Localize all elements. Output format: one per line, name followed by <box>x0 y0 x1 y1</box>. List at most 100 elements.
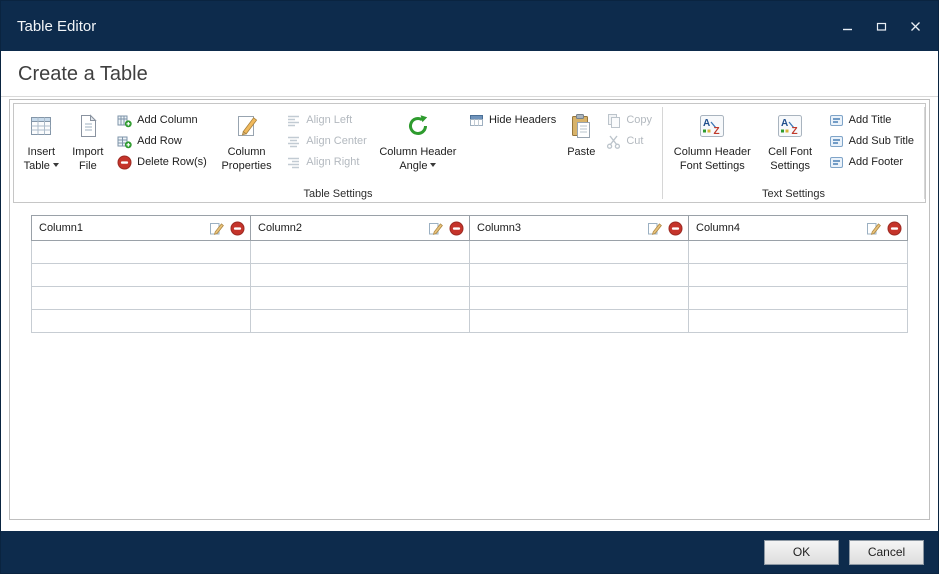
column-name: Column2 <box>258 222 428 234</box>
editor-panel: Insert Table Import File Add Column <box>9 99 930 520</box>
maximize-icon[interactable] <box>874 19 888 33</box>
grid-cell-selected[interactable] <box>32 241 251 264</box>
svg-text:A: A <box>703 118 710 129</box>
column-header-4[interactable]: Column4 <box>689 216 908 241</box>
column-header-angle-icon <box>405 110 431 142</box>
svg-text:Z: Z <box>714 126 720 137</box>
page-title: Create a Table <box>1 51 938 97</box>
column-header-3[interactable]: Column3 <box>470 216 689 241</box>
grid-cell[interactable] <box>251 241 470 264</box>
delete-rows-label: Delete Row(s) <box>137 156 207 168</box>
grid-cell[interactable] <box>689 287 908 310</box>
text-block-actions: Add Title Add Sub Title Add Footer <box>829 110 914 170</box>
add-title-button[interactable]: Add Title <box>829 112 914 128</box>
import-file-button[interactable]: Import File <box>70 108 107 174</box>
delete-rows-icon <box>117 155 132 170</box>
column-header-1[interactable]: Column1 <box>32 216 251 241</box>
edit-column-icon[interactable] <box>209 221 224 236</box>
cut-button: Cut <box>606 133 652 149</box>
grid-cell[interactable] <box>689 264 908 287</box>
grid-cell[interactable] <box>251 287 470 310</box>
paste-label: Paste <box>567 145 595 159</box>
alignment-actions: Align Left Align Center Align Right <box>286 110 367 170</box>
copy-button: Copy <box>606 112 652 128</box>
grid-cell[interactable] <box>251 310 470 333</box>
cancel-button[interactable]: Cancel <box>849 540 924 565</box>
hide-headers-icon <box>469 113 484 128</box>
paste-icon <box>569 110 593 142</box>
grid-cell[interactable] <box>470 264 689 287</box>
hide-headers-button[interactable]: Hide Headers <box>469 112 556 128</box>
footer-bar: OK Cancel <box>1 531 938 573</box>
add-footer-label: Add Footer <box>849 156 903 168</box>
grid-cell[interactable] <box>32 264 251 287</box>
grid-cell[interactable] <box>470 287 689 310</box>
add-sub-title-button[interactable]: Add Sub Title <box>829 133 914 149</box>
paste-button[interactable]: Paste <box>567 108 595 159</box>
ribbon-divider <box>924 107 925 199</box>
align-left-icon <box>286 113 301 128</box>
insert-table-button[interactable]: Insert Table <box>23 108 60 174</box>
grid-row <box>32 310 908 333</box>
add-column-icon <box>117 113 132 128</box>
edit-column-icon[interactable] <box>428 221 443 236</box>
titlebar: Table Editor <box>1 1 938 51</box>
align-right-icon <box>286 155 301 170</box>
grid-cell[interactable] <box>689 241 908 264</box>
add-footer-button[interactable]: Add Footer <box>829 154 914 170</box>
column-header-font-settings-button[interactable]: AZ Column Header Font Settings <box>672 108 753 174</box>
dialog-content: Create a Table Insert Table <box>1 51 938 531</box>
align-right-button: Align Right <box>286 154 367 170</box>
import-file-label: Import File <box>70 145 107 174</box>
delete-column-icon[interactable] <box>230 221 245 236</box>
copy-icon <box>606 113 621 128</box>
cut-label: Cut <box>626 135 643 147</box>
import-file-icon <box>77 110 99 142</box>
close-icon[interactable] <box>908 19 922 33</box>
group-label-table-settings: Table Settings <box>14 188 662 200</box>
insert-table-label: Insert Table <box>24 146 55 172</box>
window-controls <box>840 19 922 33</box>
add-row-label: Add Row <box>137 135 182 147</box>
table-editor-window: Table Editor Create a Table <box>0 0 939 574</box>
clipboard-actions: Copy Cut <box>606 110 652 149</box>
column-header-angle-button[interactable]: Column Header Angle <box>378 108 458 174</box>
add-column-button[interactable]: Add Column <box>117 112 207 128</box>
add-column-label: Add Column <box>137 114 198 126</box>
delete-column-icon[interactable] <box>887 221 902 236</box>
column-name: Column3 <box>477 222 647 234</box>
insert-table-icon <box>28 110 54 142</box>
minimize-icon[interactable] <box>840 19 854 33</box>
column-name: Column1 <box>39 222 209 234</box>
column-properties-icon <box>234 110 260 142</box>
delete-column-icon[interactable] <box>449 221 464 236</box>
grid-cell[interactable] <box>470 310 689 333</box>
delete-column-icon[interactable] <box>668 221 683 236</box>
window-title: Table Editor <box>17 18 96 35</box>
align-center-button: Align Center <box>286 133 367 149</box>
edit-column-icon[interactable] <box>647 221 662 236</box>
delete-rows-button[interactable]: Delete Row(s) <box>117 154 207 170</box>
column-header-angle-label: Column Header Angle <box>379 146 456 172</box>
add-title-label: Add Title <box>849 114 892 126</box>
add-row-button[interactable]: Add Row <box>117 133 207 149</box>
group-label-text-settings: Text Settings <box>663 188 924 200</box>
column-name: Column4 <box>696 222 866 234</box>
cell-font-settings-button[interactable]: AZ Cell Font Settings <box>763 108 818 174</box>
add-sub-title-label: Add Sub Title <box>849 135 914 147</box>
grid-row <box>32 241 908 264</box>
column-properties-button[interactable]: Column Properties <box>218 108 275 174</box>
add-title-icon <box>829 113 844 128</box>
grid-cell[interactable] <box>32 287 251 310</box>
edit-column-icon[interactable] <box>866 221 881 236</box>
grid-cell[interactable] <box>32 310 251 333</box>
ok-button[interactable]: OK <box>764 540 839 565</box>
table-editor-grid: Column1 Column2 <box>31 215 908 333</box>
cut-icon <box>606 134 621 149</box>
grid-row <box>32 287 908 310</box>
grid-cell[interactable] <box>470 241 689 264</box>
column-header-2[interactable]: Column2 <box>251 216 470 241</box>
grid-cell[interactable] <box>689 310 908 333</box>
grid-cell[interactable] <box>251 264 470 287</box>
column-header-font-settings-label: Column Header Font Settings <box>672 145 753 174</box>
